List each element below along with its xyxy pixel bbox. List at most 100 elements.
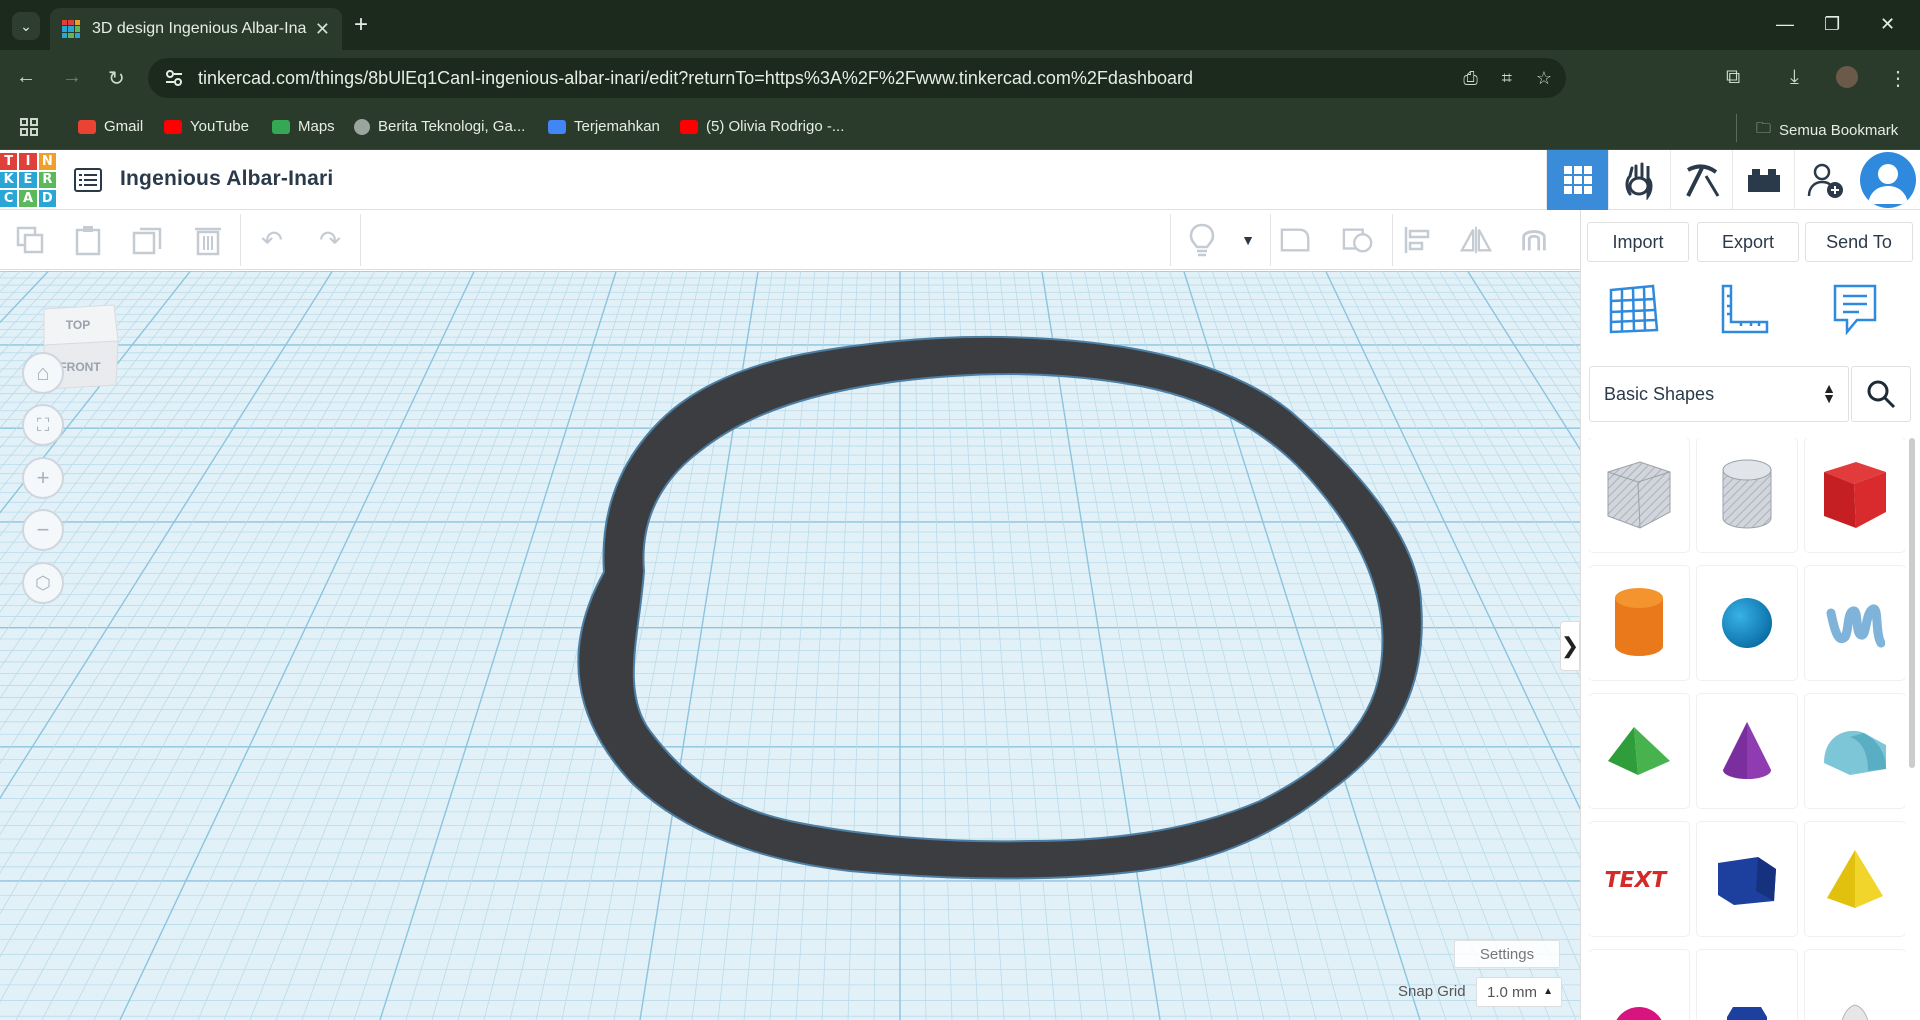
translate-icon[interactable]: ⌗ (1502, 68, 1512, 89)
user-avatar[interactable] (1860, 152, 1916, 208)
bookmark-berita[interactable]: Berita Teknologi, Ga... (354, 118, 525, 135)
bookmark-maps[interactable]: Maps (272, 118, 335, 135)
close-window-icon[interactable]: ✕ (1880, 14, 1895, 35)
fit-view-icon[interactable]: ⛶ (22, 404, 64, 446)
workplane-viewport[interactable]: TOP FRONT ⌂ ⛶ + − ⬡ ❯ Settings Snap Grid… (0, 271, 1580, 1020)
viewcube-front-label: FRONT (59, 360, 101, 374)
perspective-cube-icon[interactable]: ⬡ (22, 562, 64, 604)
shape-sphere[interactable] (1697, 566, 1797, 680)
browser-tab-active[interactable]: 3D design Ingenious Albar-Inari | Tinker… (50, 8, 342, 50)
undo-icon[interactable]: ↶ (256, 224, 288, 256)
ungroup-icon[interactable] (1342, 224, 1374, 256)
settings-button[interactable]: Settings (1454, 940, 1560, 968)
shape-half-sphere[interactable] (1589, 950, 1689, 1020)
bookmark-olivia[interactable]: (5) Olivia Rodrigo -... (680, 118, 844, 135)
group-icon[interactable] (1280, 224, 1312, 256)
shapes-grid: TEXT (1589, 438, 1905, 1020)
ring-shape[interactable] (0, 271, 1580, 1020)
downloads-icon[interactable]: ⤓ (1790, 66, 1799, 89)
zoom-in-icon[interactable]: + (22, 457, 64, 499)
reload-icon[interactable]: ↻ (108, 66, 125, 91)
shapes-scrollbar[interactable] (1909, 438, 1915, 768)
home-view-icon[interactable]: ⌂ (22, 352, 64, 394)
zoom-out-icon[interactable]: − (22, 509, 64, 551)
design-title[interactable]: Ingenious Albar-Inari (120, 167, 333, 191)
design-list-icon[interactable] (74, 166, 102, 194)
tinkercad-favicon (62, 20, 80, 38)
paste-icon[interactable] (72, 224, 104, 256)
gmail-icon (78, 119, 96, 134)
tab-close-icon[interactable]: ✕ (315, 19, 330, 40)
bookmark-label: YouTube (190, 118, 249, 135)
shape-cylinder[interactable] (1589, 566, 1689, 680)
forward-icon[interactable]: → (62, 66, 82, 89)
chevron-down-icon[interactable]: ▼ (1232, 224, 1264, 256)
mirror-icon[interactable] (1460, 224, 1492, 256)
shape-pyramid[interactable] (1805, 822, 1905, 936)
panel-collapse-chevron-icon[interactable]: ❯ (1560, 621, 1580, 671)
workplane-icon[interactable] (1605, 282, 1661, 338)
logo-letter: D (38, 190, 56, 207)
profile-avatar[interactable] (1836, 66, 1858, 88)
add-collaborator-icon[interactable] (1794, 150, 1856, 210)
shape-search-button[interactable] (1851, 366, 1911, 422)
bookmark-label: Terjemahkan (574, 118, 660, 135)
3d-view-grid-icon[interactable] (1546, 150, 1608, 210)
shape-round-roof[interactable] (1805, 694, 1905, 808)
notes-icon[interactable] (1827, 282, 1883, 338)
shape-roof[interactable] (1589, 694, 1689, 808)
extensions-icon[interactable]: ⧉ (1726, 66, 1740, 89)
browser-tabstrip: ⌄ 3D design Ingenious Albar-Inari | Tink… (0, 0, 1920, 50)
new-tab-button[interactable]: + (354, 12, 368, 38)
redo-icon[interactable]: ↷ (314, 224, 346, 256)
caret-up-icon: ▲ (1543, 986, 1553, 997)
toolbar-separator (360, 214, 361, 266)
align-icon[interactable] (1402, 224, 1434, 256)
apps-grid-icon[interactable] (20, 118, 38, 136)
bookmark-terjemahkan[interactable]: Terjemahkan (548, 118, 660, 135)
delete-icon[interactable] (192, 224, 224, 256)
all-bookmarks[interactable]: 🗀 Semua Bookmark (1756, 118, 1898, 143)
tab-title: 3D design Ingenious Albar-Inari | Tinker… (92, 20, 307, 37)
toolbar-separator (1270, 214, 1271, 266)
address-bar[interactable]: tinkercad.com/things/8bUlEq1CanI-ingenio… (148, 58, 1566, 98)
shape-box[interactable] (1805, 438, 1905, 552)
shape-polygon-prism[interactable] (1697, 822, 1797, 936)
export-button[interactable]: Export (1697, 222, 1799, 262)
shape-category-select[interactable]: Basic Shapes ▲ ▼ (1589, 366, 1849, 422)
bookmark-youtube[interactable]: YouTube (164, 118, 249, 135)
lightbulb-icon[interactable] (1186, 223, 1218, 257)
duplicate-icon[interactable] (132, 224, 164, 256)
install-app-icon[interactable]: ⎙ (1463, 68, 1477, 89)
shape-scribble[interactable] (1805, 566, 1905, 680)
brick-icon[interactable] (1732, 150, 1794, 210)
youtube-icon (164, 119, 182, 134)
site-info-icon[interactable] (164, 68, 184, 88)
shape-text[interactable]: TEXT (1589, 822, 1689, 936)
bookmark-star-icon[interactable]: ☆ (1536, 68, 1552, 89)
minimize-icon[interactable]: — (1776, 14, 1794, 35)
tab-search-button[interactable]: ⌄ (12, 12, 40, 40)
chrome-menu-icon[interactable]: ⋮ (1888, 66, 1908, 91)
ruler-icon[interactable] (1717, 282, 1773, 338)
copy-icon[interactable] (14, 224, 46, 256)
back-icon[interactable]: ← (16, 66, 36, 89)
bookmarks-bar: Gmail YouTube Maps Berita Teknologi, Ga.… (0, 106, 1920, 150)
shape-cone[interactable] (1697, 694, 1797, 808)
shape-box-hole[interactable] (1589, 438, 1689, 552)
import-button[interactable]: Import (1587, 222, 1689, 262)
logo-letter: E (19, 171, 37, 189)
tinkercad-logo[interactable]: T I N K E R C A D (0, 153, 56, 207)
restore-icon[interactable]: ❐ (1824, 14, 1840, 35)
shape-cylinder-hole[interactable] (1697, 438, 1797, 552)
snap-grid-select[interactable]: 1.0 mm ▲ (1476, 977, 1562, 1007)
cruise-magnet-icon[interactable] (1518, 224, 1550, 256)
bricks-pickaxe-icon[interactable] (1670, 150, 1732, 210)
bookmark-gmail[interactable]: Gmail (78, 118, 143, 135)
send-to-button[interactable]: Send To (1805, 222, 1913, 262)
shape-paraboloid[interactable] (1805, 950, 1905, 1020)
logo-letter: A (19, 190, 37, 207)
blocks-hand-icon[interactable] (1608, 150, 1670, 210)
globe-icon (354, 118, 370, 135)
shape-hexagonal-prism[interactable] (1697, 950, 1797, 1020)
